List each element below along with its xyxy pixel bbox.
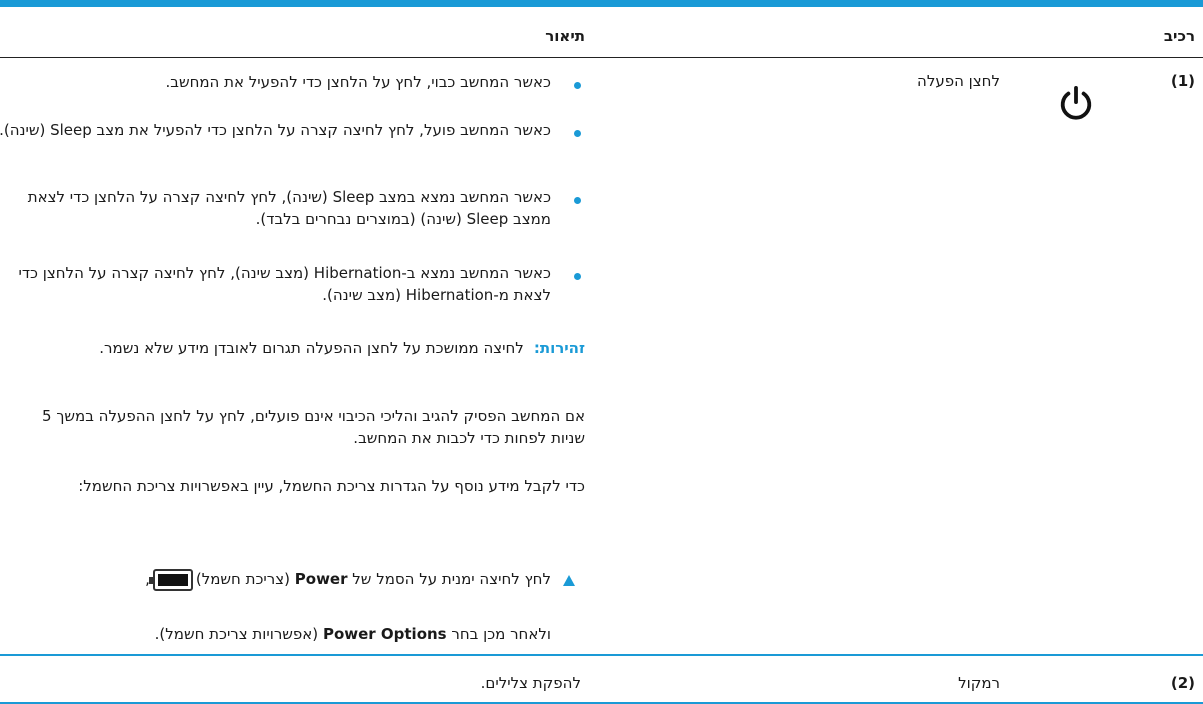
row2-number: (2) — [1170, 674, 1195, 692]
table-top-rule — [0, 0, 1203, 7]
row2-description: להפקת צלילים. — [480, 674, 581, 692]
paragraph-power-settings: כדי לקבל מידע נוסף על הגדרות צריכת החשמל… — [78, 477, 585, 495]
row1-number: (1) — [1170, 72, 1195, 90]
bullet-marker — [574, 82, 581, 89]
step-line-2: ולאחר מכן בחר Power Options (אפשרויות צר… — [0, 623, 551, 645]
step-bold-power-options: Power Options — [322, 625, 447, 643]
step-mid: (צריכת חשמל) — [195, 570, 290, 588]
row-divider — [0, 654, 1203, 656]
table-header-row: רכיב תיאור — [0, 7, 1203, 58]
header-component: רכיב — [1163, 27, 1195, 45]
bullet-marker — [574, 273, 581, 280]
step-prefix: לחץ לחיצה ימנית על הסמל של — [352, 570, 551, 588]
header-description: תיאור — [545, 27, 585, 45]
step2-suffix: (אפשרויות צריכת חשמל). — [154, 625, 319, 643]
bullet-item-2: כאשר המחשב פועל, לחץ לחיצה קצרה על הלחצן… — [0, 121, 551, 139]
paragraph-unresponsive: אם המחשב הפסיק להגיב והליכי הכיבוי אינם … — [42, 407, 585, 447]
battery-icon — [148, 568, 193, 591]
warning-label: זהירות: — [533, 339, 585, 357]
row1-name: לחצן הפעלה — [917, 72, 1000, 90]
step-bold-power: Power — [294, 570, 348, 588]
bullet-marker — [574, 130, 581, 137]
step2-prefix: ולאחר מכן בחר — [451, 625, 551, 643]
bullet-item-1: כאשר המחשב כבוי, לחץ על הלחצן כדי להפעיל… — [165, 73, 552, 91]
bullet-item-4: כאשר המחשב נמצא ב-Hibernation (מצב שינה)… — [18, 264, 551, 304]
warning-text: לחיצה ממושכת על לחצן ההפעלה תגרום לאובדן… — [99, 339, 524, 357]
document-page: { "table": { "header_component": "רכיב",… — [0, 0, 1203, 704]
power-icon — [1060, 85, 1092, 120]
bullet-marker — [574, 197, 581, 204]
bullet-item-3: כאשר המחשב נמצא במצב Sleep (שינה), לחץ ל… — [27, 188, 551, 228]
step-line-1: לחץ לחיצה ימנית על הסמל של Power (צריכת … — [0, 567, 551, 591]
warning-note: זהירות: לחיצה ממושכת על לחצן ההפעלה תגרום… — [5, 337, 585, 359]
step-triangle-icon — [563, 575, 575, 586]
row2-name: רמקול — [958, 674, 1000, 692]
